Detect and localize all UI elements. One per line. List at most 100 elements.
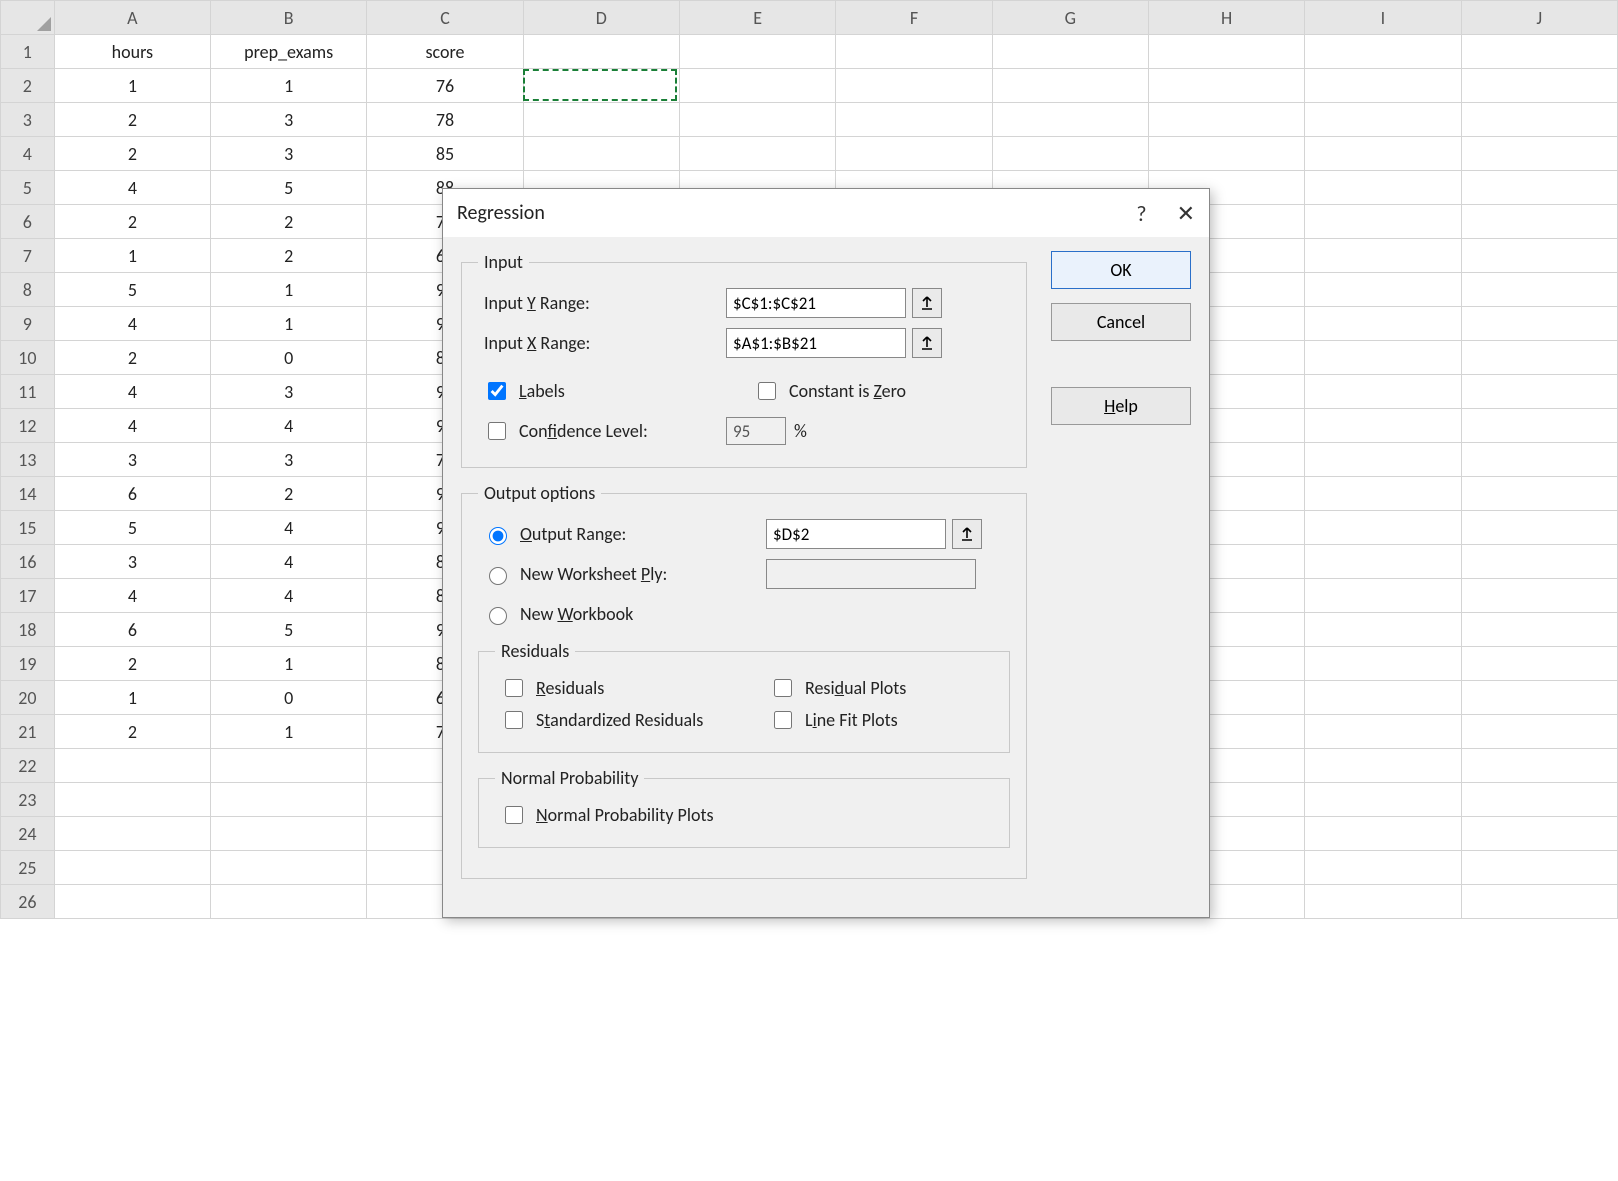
- cell-B7[interactable]: 2: [211, 239, 367, 273]
- input-x-range[interactable]: [726, 328, 906, 358]
- cell-J2[interactable]: [1461, 69, 1617, 103]
- cell-A16[interactable]: 3: [54, 545, 210, 579]
- cell-A3[interactable]: 2: [54, 103, 210, 137]
- cell-G2[interactable]: [992, 69, 1148, 103]
- line-fit-plots-checkbox[interactable]: Line Fit Plots: [764, 704, 993, 736]
- row-header-4[interactable]: 4: [1, 137, 55, 171]
- residuals-checkbox[interactable]: Residuals: [495, 672, 724, 704]
- cell-C1[interactable]: score: [367, 35, 523, 69]
- cell-I22[interactable]: [1305, 749, 1461, 783]
- cell-I26[interactable]: [1305, 885, 1461, 919]
- cell-I21[interactable]: [1305, 715, 1461, 749]
- cell-F1[interactable]: [836, 35, 992, 69]
- cell-J25[interactable]: [1461, 851, 1617, 885]
- cell-I5[interactable]: [1305, 171, 1461, 205]
- cell-J23[interactable]: [1461, 783, 1617, 817]
- new-workbook-radio[interactable]: New Workbook: [478, 599, 639, 629]
- cell-A20[interactable]: 1: [54, 681, 210, 715]
- row-header-19[interactable]: 19: [1, 647, 55, 681]
- new-worksheet-radio[interactable]: New Worksheet Ply:: [478, 559, 758, 589]
- cell-J14[interactable]: [1461, 477, 1617, 511]
- cell-J20[interactable]: [1461, 681, 1617, 715]
- cell-J21[interactable]: [1461, 715, 1617, 749]
- residual-plots-checkbox[interactable]: Residual Plots: [764, 672, 993, 704]
- row-header-10[interactable]: 10: [1, 341, 55, 375]
- cell-B14[interactable]: 2: [211, 477, 367, 511]
- cell-J4[interactable]: [1461, 137, 1617, 171]
- cancel-button[interactable]: Cancel: [1051, 303, 1191, 341]
- cell-A19[interactable]: 2: [54, 647, 210, 681]
- labels-checkbox[interactable]: Labels: [478, 375, 740, 407]
- cell-A26[interactable]: [54, 885, 210, 919]
- cell-A5[interactable]: 4: [54, 171, 210, 205]
- cell-A24[interactable]: [54, 817, 210, 851]
- dialog-titlebar[interactable]: Regression ? ✕: [443, 189, 1209, 237]
- cell-D3[interactable]: [523, 103, 679, 137]
- cell-B12[interactable]: 4: [211, 409, 367, 443]
- cell-A23[interactable]: [54, 783, 210, 817]
- select-all-corner[interactable]: [1, 1, 55, 35]
- cell-I17[interactable]: [1305, 579, 1461, 613]
- row-header-25[interactable]: 25: [1, 851, 55, 885]
- cell-A13[interactable]: 3: [54, 443, 210, 477]
- cell-A17[interactable]: 4: [54, 579, 210, 613]
- cell-G1[interactable]: [992, 35, 1148, 69]
- cell-J1[interactable]: [1461, 35, 1617, 69]
- cell-I13[interactable]: [1305, 443, 1461, 477]
- cell-B6[interactable]: 2: [211, 205, 367, 239]
- cell-B11[interactable]: 3: [211, 375, 367, 409]
- cell-B13[interactable]: 3: [211, 443, 367, 477]
- cell-I14[interactable]: [1305, 477, 1461, 511]
- cell-I15[interactable]: [1305, 511, 1461, 545]
- ref-picker-icon[interactable]: [912, 328, 942, 358]
- cell-E2[interactable]: [679, 69, 835, 103]
- row-header-7[interactable]: 7: [1, 239, 55, 273]
- col-header-D[interactable]: D: [523, 1, 679, 35]
- row-header-14[interactable]: 14: [1, 477, 55, 511]
- cell-J8[interactable]: [1461, 273, 1617, 307]
- cell-I8[interactable]: [1305, 273, 1461, 307]
- cell-G3[interactable]: [992, 103, 1148, 137]
- constant-zero-checkbox[interactable]: Constant is Zero: [748, 375, 1010, 407]
- cell-J6[interactable]: [1461, 205, 1617, 239]
- cell-A25[interactable]: [54, 851, 210, 885]
- col-header-H[interactable]: H: [1148, 1, 1304, 35]
- cell-E1[interactable]: [679, 35, 835, 69]
- std-residuals-checkbox[interactable]: Standardized Residuals: [495, 704, 724, 736]
- cell-J22[interactable]: [1461, 749, 1617, 783]
- row-header-3[interactable]: 3: [1, 103, 55, 137]
- row-header-23[interactable]: 23: [1, 783, 55, 817]
- cell-B20[interactable]: 0: [211, 681, 367, 715]
- ref-picker-icon[interactable]: [912, 288, 942, 318]
- cell-B4[interactable]: 3: [211, 137, 367, 171]
- cell-A8[interactable]: 5: [54, 273, 210, 307]
- cell-D1[interactable]: [523, 35, 679, 69]
- cell-J18[interactable]: [1461, 613, 1617, 647]
- cell-J12[interactable]: [1461, 409, 1617, 443]
- col-header-G[interactable]: G: [992, 1, 1148, 35]
- cell-B5[interactable]: 5: [211, 171, 367, 205]
- close-icon[interactable]: ✕: [1177, 200, 1195, 227]
- col-header-J[interactable]: J: [1461, 1, 1617, 35]
- cell-A18[interactable]: 6: [54, 613, 210, 647]
- ref-picker-icon[interactable]: [952, 519, 982, 549]
- cell-F2[interactable]: [836, 69, 992, 103]
- cell-I16[interactable]: [1305, 545, 1461, 579]
- row-header-2[interactable]: 2: [1, 69, 55, 103]
- cell-I25[interactable]: [1305, 851, 1461, 885]
- col-header-C[interactable]: C: [367, 1, 523, 35]
- cell-J16[interactable]: [1461, 545, 1617, 579]
- row-header-9[interactable]: 9: [1, 307, 55, 341]
- row-header-18[interactable]: 18: [1, 613, 55, 647]
- cell-B22[interactable]: [211, 749, 367, 783]
- cell-I7[interactable]: [1305, 239, 1461, 273]
- col-header-A[interactable]: A: [54, 1, 210, 35]
- cell-G4[interactable]: [992, 137, 1148, 171]
- cell-B15[interactable]: 4: [211, 511, 367, 545]
- help-icon[interactable]: ?: [1136, 200, 1146, 227]
- cell-B21[interactable]: 1: [211, 715, 367, 749]
- cell-H2[interactable]: [1148, 69, 1304, 103]
- row-header-6[interactable]: 6: [1, 205, 55, 239]
- cell-J3[interactable]: [1461, 103, 1617, 137]
- cell-I18[interactable]: [1305, 613, 1461, 647]
